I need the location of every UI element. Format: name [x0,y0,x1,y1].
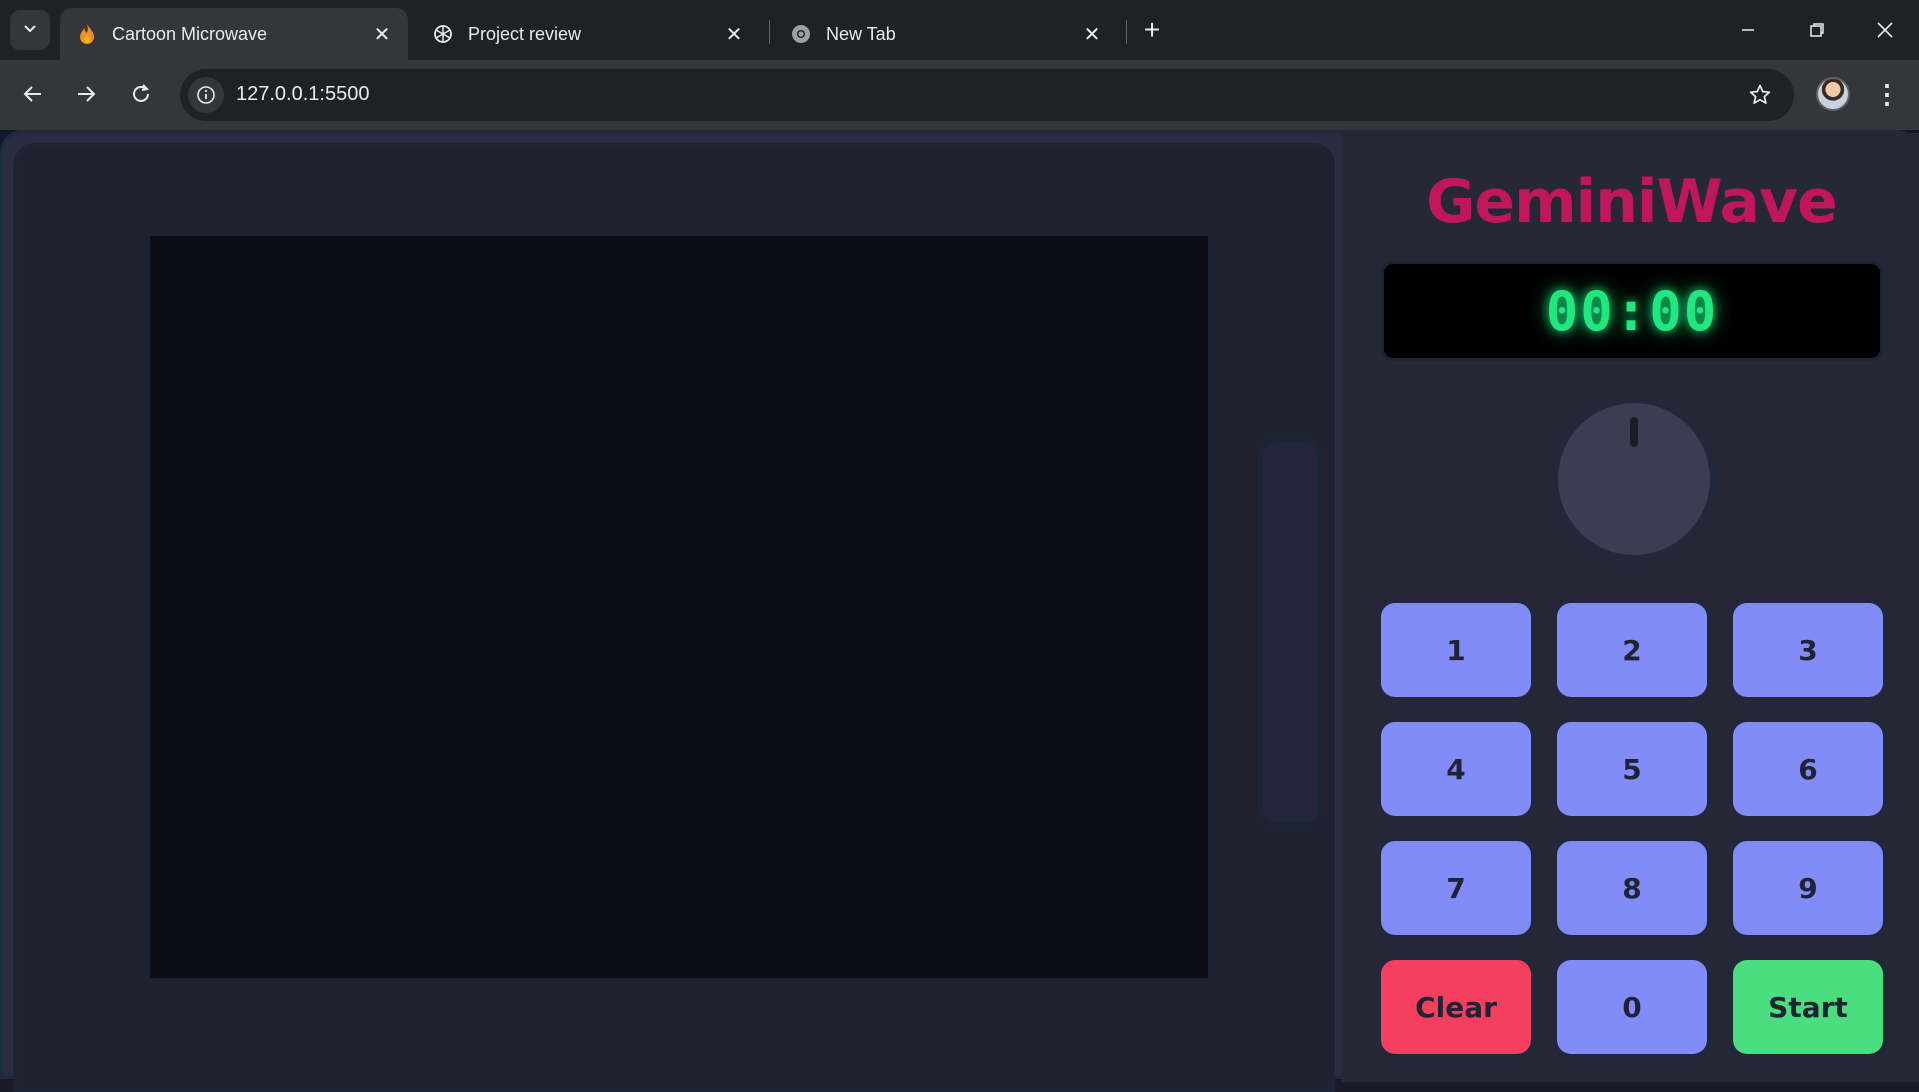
browser-toolbar: 127.0.0.1:5500 ⋮ [0,60,1919,130]
tab-new-tab[interactable]: New Tab ✕ [774,8,1118,60]
chrome-icon [790,23,812,45]
reload-button[interactable] [121,74,161,114]
info-icon [197,86,215,104]
control-panel: GeminiWave 00:00 1 2 3 4 5 6 7 8 9 Clear [1341,133,1919,1082]
key-3[interactable]: 3 [1733,603,1883,697]
more-menu-button[interactable]: ⋮ [1872,77,1902,111]
minimize-icon [1742,29,1754,31]
key-9[interactable]: 9 [1733,841,1883,935]
reload-icon [133,84,150,102]
brand-title: GeminiWave [1426,167,1838,237]
tab-project-review[interactable]: Project review ✕ [416,8,760,60]
back-button[interactable] [13,74,53,114]
door-handle[interactable] [1257,437,1323,829]
site-info-button[interactable] [188,77,224,113]
url-text: 127.0.0.1:5500 [236,83,370,105]
timer-text: 00:00 [1545,279,1719,343]
microwave-window [145,231,1213,983]
restore-button[interactable] [1793,10,1841,50]
new-tab-button[interactable]: + [1136,14,1168,46]
kebab-icon: ⋮ [1874,78,1900,109]
close-icon[interactable]: ✕ [722,22,746,46]
key-2[interactable]: 2 [1557,603,1707,697]
key-1[interactable]: 1 [1381,603,1531,697]
key-0[interactable]: 0 [1557,960,1707,1054]
microwave-body: GeminiWave 00:00 1 2 3 4 5 6 7 8 9 Clear [0,130,1919,1092]
knob-indicator [1630,417,1638,447]
clear-button[interactable]: Clear [1381,960,1531,1054]
tab-search-button[interactable] [10,10,50,50]
bookmark-star-button[interactable] [1746,81,1774,109]
tab-strip: Cartoon Microwave ✕ Project review ✕ New… [0,0,1919,60]
close-icon[interactable]: ✕ [1080,22,1104,46]
tab-cartoon-microwave[interactable]: Cartoon Microwave ✕ [60,8,408,60]
key-4[interactable]: 4 [1381,722,1531,816]
restore-icon [1810,23,1824,37]
flame-icon [76,23,98,45]
timer-display: 00:00 [1381,261,1883,361]
key-6[interactable]: 6 [1733,722,1883,816]
tab-divider [769,20,770,44]
tab-title: New Tab [826,23,896,44]
close-icon [1877,22,1893,38]
chevron-down-icon [22,20,38,40]
star-icon [1749,84,1771,104]
power-knob[interactable] [1558,403,1710,555]
microwave-door [13,143,1335,1092]
start-button[interactable]: Start [1733,960,1883,1054]
forward-button[interactable] [66,74,106,114]
arrow-right-icon [78,86,96,102]
key-7[interactable]: 7 [1381,841,1531,935]
page-viewport: GeminiWave 00:00 1 2 3 4 5 6 7 8 9 Clear [0,130,1919,1092]
tab-title: Project review [468,23,582,44]
profile-avatar[interactable] [1816,77,1850,111]
plus-icon: + [1143,14,1161,45]
close-icon[interactable]: ✕ [370,22,394,46]
address-bar[interactable]: 127.0.0.1:5500 [180,69,1794,121]
tab-divider [1126,20,1127,44]
openai-icon [432,23,454,45]
minimize-button[interactable] [1724,10,1772,50]
key-5[interactable]: 5 [1557,722,1707,816]
dial-ring [1550,397,1718,565]
arrow-left-icon [23,86,41,102]
close-window-button[interactable] [1861,10,1909,50]
tab-title: Cartoon Microwave [112,23,268,44]
key-8[interactable]: 8 [1557,841,1707,935]
